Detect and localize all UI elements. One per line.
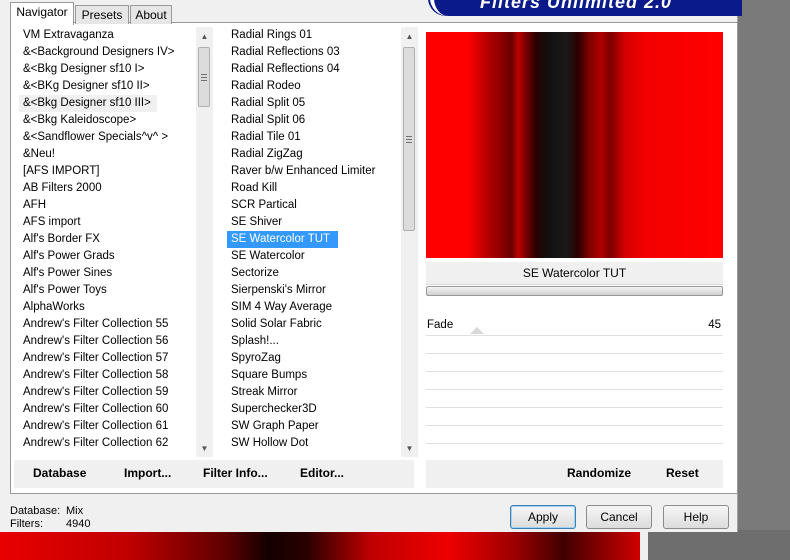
selected-filter-name: SE Watercolor TUT bbox=[426, 262, 723, 285]
list-item[interactable]: Square Bumps bbox=[227, 367, 401, 384]
list-item[interactable]: &<Bkg Kaleidoscope> bbox=[19, 112, 195, 129]
list-item[interactable]: &<Bkg Designer sf10 III> bbox=[19, 95, 157, 112]
list-item[interactable]: &<BKg Designer sf10 II> bbox=[19, 78, 195, 95]
list-item[interactable]: Radial Rings 01 bbox=[227, 27, 401, 44]
list-item[interactable]: AFH bbox=[19, 197, 195, 214]
list-item[interactable]: SW Graph Paper bbox=[227, 418, 401, 435]
list-item[interactable]: Alf's Power Toys bbox=[19, 282, 195, 299]
background-image-strip bbox=[0, 532, 640, 560]
list-item[interactable]: Raver b/w Enhanced Limiter bbox=[227, 163, 401, 180]
slider-pointer-icon[interactable] bbox=[470, 327, 484, 334]
apply-button[interactable]: Apply bbox=[510, 505, 576, 529]
filter-preview-image bbox=[426, 32, 723, 258]
list-item[interactable]: SpyroZag bbox=[227, 350, 401, 367]
list-item[interactable]: Solid Solar Fabric bbox=[227, 316, 401, 333]
navigator-toolbar: Database Import... Filter Info... Editor… bbox=[14, 460, 414, 488]
list-item[interactable]: Sierpenski's Mirror bbox=[227, 282, 401, 299]
list-item[interactable]: SIM 4 Way Average bbox=[227, 299, 401, 316]
list-item[interactable]: Alf's Power Sines bbox=[19, 265, 195, 282]
list-item[interactable]: Andrew's Filter Collection 58 bbox=[19, 367, 195, 384]
tab-presets[interactable]: Presets bbox=[75, 5, 129, 24]
cancel-button[interactable]: Cancel bbox=[586, 505, 652, 529]
list-item[interactable]: Andrew's Filter Collection 56 bbox=[19, 333, 195, 350]
list-item[interactable]: SE Watercolor bbox=[227, 248, 401, 265]
param-row-empty bbox=[426, 372, 723, 390]
list-item[interactable]: &<Sandflower Specials^v^ > bbox=[19, 129, 195, 146]
category-scrollbar[interactable]: ▲ ▼ bbox=[196, 27, 213, 457]
category-list[interactable]: VM Extravaganza &<Background Designers IV… bbox=[19, 27, 195, 457]
param-value: 45 bbox=[708, 319, 721, 331]
list-item[interactable]: Road Kill bbox=[227, 180, 401, 197]
list-item[interactable]: &Neu! bbox=[19, 146, 195, 163]
list-item[interactable]: VM Extravaganza bbox=[19, 27, 195, 44]
list-item[interactable]: Superchecker3D bbox=[227, 401, 401, 418]
list-item[interactable]: Andrew's Filter Collection 55 bbox=[19, 316, 195, 333]
status-info: Database: Mix Filters: 4940 bbox=[10, 505, 90, 531]
list-item[interactable]: AB Filters 2000 bbox=[19, 180, 195, 197]
scroll-up-arrow-icon[interactable]: ▲ bbox=[401, 29, 418, 45]
filter-list[interactable]: Radial Rings 01 Radial Reflections 03 Radi… bbox=[227, 27, 401, 457]
list-item[interactable]: Andrew's Filter Collection 62 bbox=[19, 435, 195, 452]
list-item[interactable]: Andrew's Filter Collection 59 bbox=[19, 384, 195, 401]
list-item[interactable]: Radial Rodeo bbox=[227, 78, 401, 95]
banner-title: Filters Unlimited 2.0 bbox=[480, 0, 673, 12]
filter-scroll-thumb[interactable] bbox=[403, 47, 415, 231]
param-row-empty bbox=[426, 426, 723, 444]
tab-about[interactable]: About bbox=[130, 5, 172, 24]
list-item[interactable]: Radial Split 06 bbox=[227, 112, 401, 129]
filter-scrollbar[interactable]: ▲ ▼ bbox=[401, 27, 418, 457]
param-row-fade[interactable]: Fade 45 bbox=[426, 318, 723, 336]
list-item[interactable]: SE Watercolor TUT bbox=[227, 231, 339, 248]
list-item[interactable]: AlphaWorks bbox=[19, 299, 195, 316]
database-label: Database: bbox=[10, 505, 61, 517]
param-row-empty bbox=[426, 336, 723, 354]
list-item[interactable]: Streak Mirror bbox=[227, 384, 401, 401]
param-row-empty bbox=[426, 408, 723, 426]
scroll-down-arrow-icon[interactable]: ▼ bbox=[196, 441, 213, 457]
randomize-button[interactable]: Randomize bbox=[567, 466, 631, 480]
list-item[interactable]: Andrew's Filter Collection 61 bbox=[19, 418, 195, 435]
list-item[interactable]: Radial Reflections 03 bbox=[227, 44, 401, 61]
param-row-empty bbox=[426, 390, 723, 408]
param-label: Fade bbox=[427, 319, 454, 331]
list-item[interactable]: &<Bkg Designer sf10 I> bbox=[19, 61, 195, 78]
list-item[interactable]: Alf's Border FX bbox=[19, 231, 195, 248]
import-button[interactable]: Import... bbox=[124, 466, 171, 480]
list-item[interactable]: Sectorize bbox=[227, 265, 401, 282]
list-item[interactable]: SCR Partical bbox=[227, 197, 401, 214]
list-item[interactable]: SE Shiver bbox=[227, 214, 401, 231]
category-scroll-thumb[interactable] bbox=[198, 47, 210, 107]
help-button[interactable]: Help bbox=[663, 505, 729, 529]
scroll-up-arrow-icon[interactable]: ▲ bbox=[196, 29, 213, 45]
preview-toolbar: Randomize Reset bbox=[426, 460, 723, 488]
list-item[interactable]: [AFS IMPORT] bbox=[19, 163, 195, 180]
parameter-panel: Fade 45 bbox=[426, 318, 723, 462]
editor-button[interactable]: Editor... bbox=[300, 466, 344, 480]
list-item[interactable]: Radial ZigZag bbox=[227, 146, 401, 163]
list-item[interactable]: &<Background Designers IV> bbox=[19, 44, 195, 61]
tab-navigator[interactable]: Navigator bbox=[10, 2, 74, 25]
title-banner: Filters Unlimited 2.0 bbox=[430, 0, 742, 16]
filters-unlimited-dialog: Filters Unlimited 2.0 Navigator Presets … bbox=[0, 0, 742, 532]
list-item[interactable]: Radial Tile 01 bbox=[227, 129, 401, 146]
list-item[interactable]: Splash!... bbox=[227, 333, 401, 350]
scroll-down-arrow-icon[interactable]: ▼ bbox=[401, 441, 418, 457]
filter-info-button[interactable]: Filter Info... bbox=[203, 466, 268, 480]
filters-count-value: 4940 bbox=[66, 518, 91, 530]
filters-count-label: Filters: bbox=[10, 518, 43, 530]
list-item[interactable]: Andrew's Filter Collection 57 bbox=[19, 350, 195, 367]
list-item[interactable]: Radial Reflections 04 bbox=[227, 61, 401, 78]
list-item[interactable]: AFS import bbox=[19, 214, 195, 231]
background-window-right bbox=[738, 0, 790, 560]
reset-button[interactable]: Reset bbox=[666, 466, 699, 480]
preview-zoom-bar[interactable] bbox=[426, 286, 723, 296]
database-value: Mix bbox=[66, 505, 84, 517]
param-row-empty bbox=[426, 354, 723, 372]
list-item[interactable]: SW Hollow Dot bbox=[227, 435, 401, 452]
database-button[interactable]: Database bbox=[33, 466, 86, 480]
list-item[interactable]: Radial Split 05 bbox=[227, 95, 401, 112]
background-window-corner bbox=[648, 530, 790, 560]
list-item[interactable]: Andrew's Filter Collection 60 bbox=[19, 401, 195, 418]
list-item[interactable]: Alf's Power Grads bbox=[19, 248, 195, 265]
